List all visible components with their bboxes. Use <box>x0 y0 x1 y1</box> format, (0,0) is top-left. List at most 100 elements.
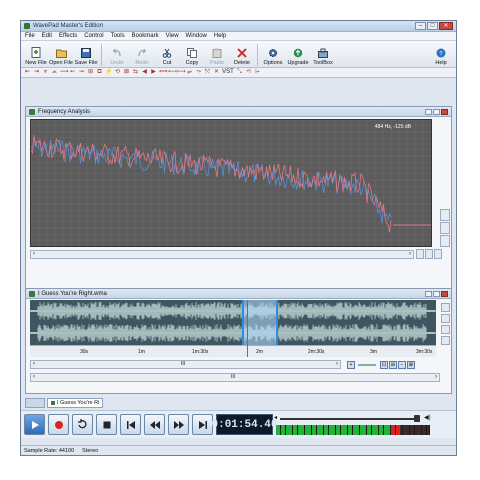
scroll-left-arrow[interactable]: ‹ <box>33 251 35 257</box>
minimize-button[interactable]: – <box>415 22 426 30</box>
side-button[interactable] <box>441 303 450 312</box>
panel-close-button[interactable] <box>441 108 448 115</box>
options-button[interactable]: Options <box>261 47 285 66</box>
waveform-page-scrollbar[interactable]: ‹ III › <box>30 373 440 382</box>
effect-tool-icon[interactable]: ⊠ <box>123 69 130 76</box>
undo-button[interactable]: Undo <box>105 47 129 66</box>
effect-tool-icon[interactable]: ⩔ <box>42 69 49 76</box>
paste-button[interactable]: Paste <box>205 47 229 66</box>
save-file-button[interactable]: Save File <box>74 47 98 66</box>
panel-minimize-button[interactable] <box>425 108 432 115</box>
effect-tool-icon[interactable]: ▶ <box>150 69 157 76</box>
scroll-left-arrow[interactable]: ‹ <box>33 374 35 380</box>
effect-tool-icon[interactable]: ⤡ <box>236 69 243 76</box>
zoom-out-icon[interactable]: − <box>398 361 406 369</box>
side-button[interactable] <box>441 314 450 323</box>
effect-tool-icon[interactable]: ⤲ <box>204 69 211 76</box>
scroll-thumb[interactable]: III <box>181 361 185 367</box>
toolbox-button[interactable]: ToolBox <box>311 47 335 66</box>
side-button[interactable] <box>441 325 450 334</box>
delete-button[interactable]: Delete <box>230 47 254 66</box>
tab-file[interactable]: I Guess You're Ri <box>47 397 104 408</box>
close-button[interactable]: ✕ <box>439 22 453 30</box>
panel-close-button[interactable] <box>441 290 448 297</box>
help-button[interactable]: ? Help <box>429 47 453 66</box>
effect-tool-icon[interactable]: ◀ <box>141 69 148 76</box>
zoom-full-icon[interactable]: ⊠ <box>407 361 415 369</box>
panel-restore-button[interactable] <box>433 108 440 115</box>
frequency-plot[interactable]: 484 Hz, -125 dB <box>30 119 432 247</box>
effect-tool-icon[interactable]: ⇥ <box>33 69 40 76</box>
effect-tool-icon[interactable]: ⇜ <box>69 69 76 76</box>
frequency-horizontal-scrollbar[interactable]: ‹ › <box>30 250 414 259</box>
fast-forward-button[interactable] <box>168 414 189 435</box>
open-file-button[interactable]: Open File <box>49 47 73 66</box>
go-to-end-button[interactable] <box>192 414 213 435</box>
time-ruler[interactable]: 30s 1m 1m:30s 2m 2m:30s 3m 3m:30s <box>30 345 436 357</box>
scroll-right-arrow[interactable]: › <box>435 374 437 380</box>
effect-tool-icon[interactable]: ⚡ <box>105 69 112 76</box>
volume-slider-thumb[interactable] <box>414 415 420 422</box>
zoom-fit-icon[interactable]: ⊡ <box>380 361 388 369</box>
effect-tool-icon[interactable]: ⟿ <box>60 69 69 76</box>
zoom-selection-icon[interactable]: ⊞ <box>389 361 397 369</box>
effect-tool-icon[interactable]: ⇆ <box>132 69 139 76</box>
zoom-button[interactable] <box>434 249 442 259</box>
menu-control[interactable]: Control <box>84 33 103 39</box>
zoom-button[interactable] <box>416 249 424 259</box>
effect-tool-icon[interactable]: ⥂ <box>186 69 193 76</box>
effect-tool-icon[interactable]: ⟼ <box>177 69 186 76</box>
zoom-button[interactable] <box>425 249 433 259</box>
effect-tool-icon[interactable]: ⩕ <box>51 69 58 76</box>
volume-slider[interactable] <box>280 418 420 420</box>
plot-side-button[interactable] <box>440 209 450 221</box>
panel-minimize-button[interactable] <box>425 290 432 297</box>
scroll-right-arrow[interactable]: › <box>336 361 338 367</box>
effect-tool-icon[interactable]: ⧉ <box>96 69 103 76</box>
menu-help[interactable]: Help <box>214 33 226 39</box>
menu-view[interactable]: View <box>166 33 179 39</box>
rewind-button[interactable] <box>144 414 165 435</box>
copy-button[interactable]: Copy <box>180 47 204 66</box>
upgrade-button[interactable]: Upgrade <box>286 47 310 66</box>
menu-tools[interactable]: Tools <box>111 33 125 39</box>
effect-tool-icon[interactable]: ⟺ <box>159 69 168 76</box>
scroll-right-arrow[interactable]: › <box>409 251 411 257</box>
effect-tool-icon[interactable]: ⟲ <box>114 69 121 76</box>
new-file-button[interactable]: New File <box>24 47 48 66</box>
menu-file[interactable]: File <box>25 33 35 39</box>
effect-tool-icon[interactable]: ⩥ <box>254 69 261 76</box>
effect-tool-icon[interactable]: VST <box>222 69 234 76</box>
menu-window[interactable]: Window <box>186 33 207 39</box>
go-to-start-button[interactable] <box>120 414 141 435</box>
zoom-in-icon[interactable]: + <box>347 361 355 369</box>
scroll-thumb[interactable]: III <box>231 374 235 380</box>
maximize-button[interactable]: □ <box>427 22 438 30</box>
effect-tool-icon[interactable]: ⟻ <box>168 69 177 76</box>
play-button[interactable] <box>24 414 45 435</box>
side-button[interactable] <box>441 336 450 345</box>
effect-tool-icon[interactable]: ⇤ <box>24 69 31 76</box>
effect-tool-icon[interactable]: ✕ <box>213 69 220 76</box>
waveform-view[interactable] <box>30 300 436 345</box>
scroll-left-arrow[interactable]: ‹ <box>33 361 35 367</box>
zoom-slider[interactable] <box>358 364 376 366</box>
waveform-horizontal-scrollbar[interactable]: ‹ III › <box>30 360 341 369</box>
loop-button[interactable] <box>72 414 93 435</box>
panel-restore-button[interactable] <box>433 290 440 297</box>
effect-tool-icon[interactable]: ⇝ <box>78 69 85 76</box>
plot-side-button[interactable] <box>440 222 450 234</box>
cut-button[interactable]: Cut <box>155 47 179 66</box>
menu-edit[interactable]: Edit <box>42 33 52 39</box>
stop-button[interactable] <box>96 414 117 435</box>
record-button[interactable] <box>48 414 69 435</box>
effect-tool-icon[interactable]: ⊞ <box>87 69 94 76</box>
plot-side-button[interactable] <box>440 235 450 247</box>
playhead[interactable] <box>247 300 248 357</box>
tab-list-icon[interactable] <box>25 397 45 408</box>
effect-tool-icon[interactable]: ⩤ <box>245 69 252 76</box>
menu-effects[interactable]: Effects <box>59 33 77 39</box>
effect-tool-icon[interactable]: ⤳ <box>195 69 202 76</box>
redo-button[interactable]: Redo <box>130 47 154 66</box>
menu-bookmark[interactable]: Bookmark <box>132 33 159 39</box>
